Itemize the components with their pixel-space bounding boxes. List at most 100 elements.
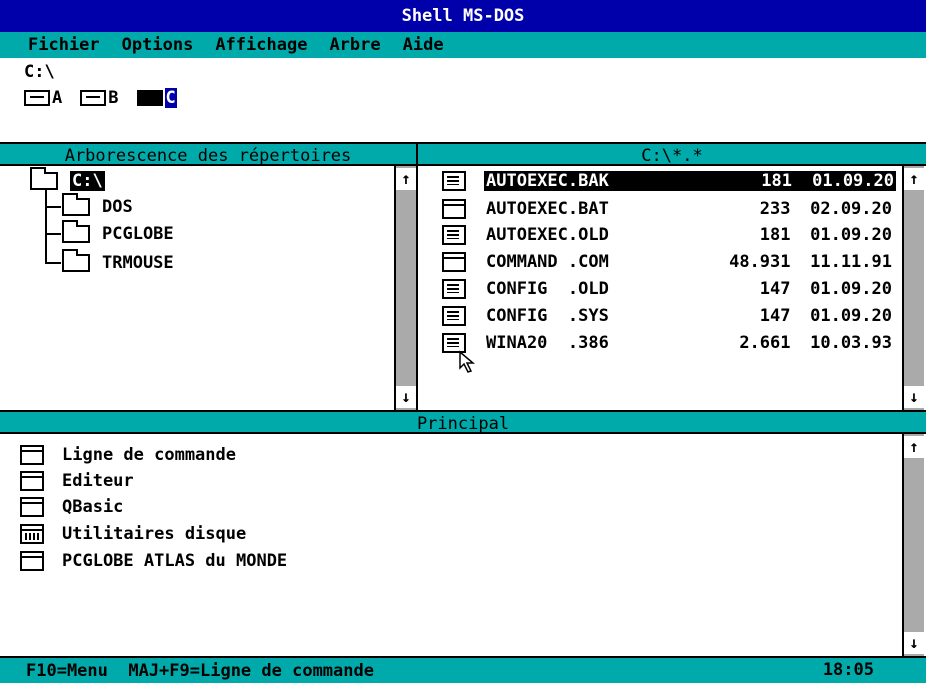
file-size: 48.931: [729, 252, 791, 272]
file-size: 147: [759, 306, 791, 326]
main-scrollbar[interactable]: ↑ ↓: [902, 434, 924, 656]
file-date: 01.09.20: [810, 306, 892, 326]
scroll-up-icon[interactable]: ↑: [904, 168, 924, 190]
program-icon: [20, 471, 44, 491]
status-time: 18:05: [822, 660, 874, 680]
tree-item-dos[interactable]: DOS: [62, 193, 133, 220]
status-bar: F10=Menu MAJ+F9=Ligne de commande 18:05: [0, 656, 926, 683]
folder-icon: [62, 249, 90, 272]
tree-scrollbar[interactable]: ↑ ↓: [394, 166, 416, 410]
drive-list: A B C: [24, 88, 926, 108]
file-name: CONFIG .OLD: [486, 279, 609, 299]
tree-connector: [45, 233, 61, 235]
menu-arbre[interactable]: Arbre: [329, 35, 380, 55]
drive-b[interactable]: B: [80, 88, 119, 108]
menu-fichier[interactable]: Fichier: [28, 35, 100, 55]
files-scrollbar[interactable]: ↑ ↓: [902, 166, 924, 410]
drive-icon: [24, 90, 50, 106]
tree-panel-title: Arborescence des répertoires: [0, 142, 418, 166]
file-size: 233: [759, 199, 791, 219]
file-size: 181: [704, 171, 792, 191]
drive-icon: [136, 90, 163, 106]
file-row[interactable]: COMMAND .COM 48.931 11.11.91: [442, 249, 894, 275]
file-row[interactable]: AUTOEXEC.BAK 181 01.09.20: [442, 168, 896, 194]
file-date: 01.09.20: [810, 279, 892, 299]
doc-icon: [442, 225, 466, 245]
program-label: QBasic: [62, 497, 124, 517]
program-icon: [20, 497, 44, 517]
folder-label: DOS: [102, 197, 133, 217]
menu-affichage[interactable]: Affichage: [215, 35, 307, 55]
program-label: Utilitaires disque: [62, 524, 247, 544]
drive-letter: C: [164, 88, 177, 108]
file-name: CONFIG .SYS: [486, 306, 609, 326]
tree-connector: [45, 262, 61, 264]
menu-bar: Fichier Options Affichage Arbre Aide: [0, 32, 926, 58]
tree-connector: [45, 206, 61, 208]
file-name: COMMAND .COM: [486, 252, 609, 272]
scroll-down-icon[interactable]: ↓: [904, 632, 924, 654]
menu-options[interactable]: Options: [122, 35, 194, 55]
file-name: WINA20 .386: [486, 333, 609, 353]
doc-icon: [442, 306, 466, 326]
files-panel-title: C:\*.*: [418, 142, 926, 166]
drive-letter: B: [108, 88, 119, 108]
scroll-down-icon[interactable]: ↓: [904, 386, 924, 408]
group-icon: [20, 524, 44, 544]
program-item-qbasic[interactable]: QBasic: [20, 494, 123, 520]
folder-label: TRMOUSE: [102, 253, 174, 273]
file-date: 11.11.91: [810, 252, 892, 272]
file-size: 181: [759, 225, 791, 245]
program-item-pcglobe[interactable]: PCGLOBE ATLAS du MONDE: [20, 548, 287, 574]
program-item-editor[interactable]: Editeur: [20, 468, 134, 494]
drive-icon: [80, 90, 107, 106]
program-icon: [442, 199, 466, 219]
scroll-up-icon[interactable]: ↑: [904, 436, 924, 458]
program-item-disk-utilities[interactable]: Utilitaires disque: [20, 521, 246, 547]
scroll-down-icon[interactable]: ↓: [396, 386, 416, 408]
main-panel-title: Principal: [0, 410, 926, 434]
drive-a[interactable]: A: [24, 88, 62, 108]
program-icon: [20, 551, 44, 571]
file-row[interactable]: CONFIG .OLD 147 01.09.20: [442, 276, 894, 302]
folder-icon: [62, 220, 90, 243]
file-size: 147: [759, 279, 791, 299]
scroll-up-icon[interactable]: ↑: [396, 168, 416, 190]
program-label: Ligne de commande: [62, 445, 236, 465]
tree-item-trmouse[interactable]: TRMOUSE: [62, 249, 174, 276]
drive-letter: A: [52, 88, 63, 108]
program-label: PCGLOBE ATLAS du MONDE: [62, 551, 288, 571]
folder-icon: [62, 193, 90, 216]
doc-icon: [442, 279, 466, 299]
drive-c[interactable]: C: [136, 88, 177, 108]
file-name: AUTOEXEC.BAK: [484, 171, 704, 191]
window-title: Shell MS-DOS: [0, 0, 926, 32]
program-item-command-line[interactable]: Ligne de commande: [20, 442, 236, 468]
menu-aide[interactable]: Aide: [403, 35, 444, 55]
program-icon: [442, 252, 466, 272]
program-list: Ligne de commande Editeur QBasic Utilita…: [0, 434, 926, 656]
drive-bar: C:\ A B C: [0, 58, 926, 142]
folder-open-icon: [30, 167, 58, 190]
file-row[interactable]: AUTOEXEC.BAT 233 02.09.20: [442, 196, 894, 222]
tree-item-pcglobe[interactable]: PCGLOBE: [62, 220, 174, 247]
file-date: 02.09.20: [810, 199, 892, 219]
directory-tree: C:\ DOS PCGLOBE TRMOUSE ↑ ↓: [0, 166, 418, 410]
folder-label: PCGLOBE: [102, 224, 174, 244]
tree-root-label: C:\: [70, 171, 105, 191]
file-date: 01.09.20: [810, 225, 892, 245]
file-size: 2.661: [739, 333, 791, 353]
file-date: 01.09.20: [792, 171, 896, 191]
current-path: C:\: [24, 62, 55, 82]
tree-connector: [45, 190, 47, 264]
program-icon: [20, 445, 44, 465]
file-row[interactable]: CONFIG .SYS 147 01.09.20: [442, 303, 894, 329]
file-row[interactable]: AUTOEXEC.OLD 181 01.09.20: [442, 222, 894, 248]
doc-icon: [442, 171, 466, 191]
status-help: F10=Menu MAJ+F9=Ligne de commande: [26, 660, 374, 681]
tree-root[interactable]: C:\: [30, 167, 105, 194]
mouse-pointer-icon: [459, 350, 476, 373]
file-name: AUTOEXEC.BAT: [486, 199, 609, 219]
program-label: Editeur: [62, 471, 134, 491]
file-row[interactable]: WINA20 .386 2.661 10.03.93: [442, 330, 894, 356]
